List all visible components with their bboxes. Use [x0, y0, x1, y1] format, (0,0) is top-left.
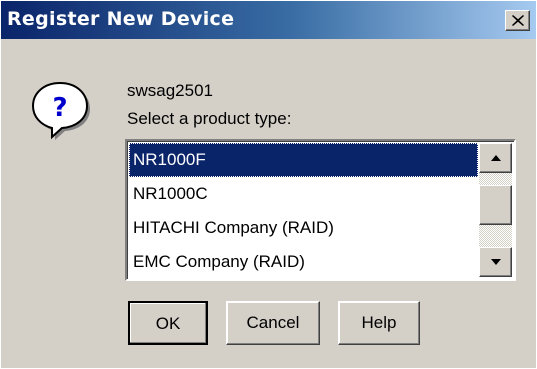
list-item-emc[interactable]: EMC Company (RAID)	[129, 245, 478, 279]
list-item-nr1000c[interactable]: NR1000C	[129, 177, 478, 211]
list-item-hitachi[interactable]: HITACHI Company (RAID)	[129, 211, 478, 245]
close-button[interactable]	[505, 10, 530, 31]
triangle-down-icon	[491, 259, 501, 265]
ok-button[interactable]: OK	[128, 301, 208, 345]
triangle-up-icon	[491, 155, 501, 161]
title-bar[interactable]: Register New Device	[1, 1, 536, 39]
list-item-nr1000f[interactable]: NR1000F	[129, 143, 478, 177]
register-device-dialog: Register New Device ? swsag2501 Select a…	[0, 0, 537, 369]
cancel-button[interactable]: Cancel	[226, 301, 320, 345]
window-title: Register New Device	[7, 8, 235, 30]
scroll-up-button[interactable]	[479, 143, 512, 173]
question-icon: ?	[31, 81, 90, 140]
prompt-label: Select a product type:	[127, 109, 292, 128]
product-type-listbox[interactable]: NR1000F NR1000C HITACHI Company (RAID) E…	[125, 139, 516, 281]
close-icon	[512, 15, 524, 26]
help-button[interactable]: Help	[338, 301, 420, 345]
scroll-thumb[interactable]	[479, 185, 512, 225]
product-list-items: NR1000F NR1000C HITACHI Company (RAID) E…	[129, 143, 478, 279]
device-name-label: swsag2501	[127, 81, 214, 100]
svg-text:?: ?	[52, 93, 67, 123]
vertical-scrollbar[interactable]	[479, 143, 512, 277]
scroll-down-button[interactable]	[479, 247, 512, 277]
